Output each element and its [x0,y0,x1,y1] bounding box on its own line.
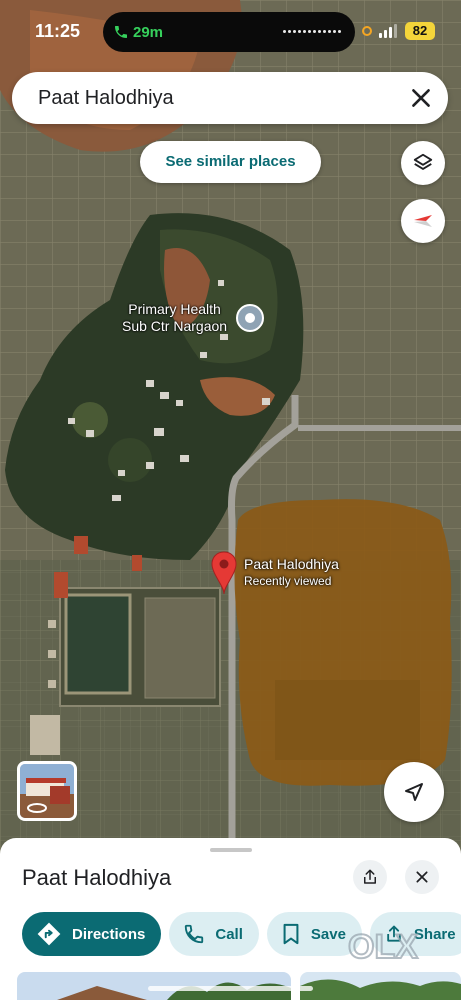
search-bar[interactable]: Paat Halodhiya [12,72,448,124]
poi-name-line1: Primary Health [128,301,221,317]
audio-waveform-icon [283,30,341,33]
bookmark-icon [283,923,299,945]
cellular-signal-icon [379,24,397,38]
pin-name: Paat Halodhiya [244,556,339,572]
navigation-arrow-icon [405,783,423,801]
share-icon [364,869,376,884]
clock: 11:25 [35,21,81,41]
search-input[interactable]: Paat Halodhiya [38,87,174,110]
poi-label[interactable]: Primary Health Sub Ctr Nargaon [122,301,227,335]
phone-icon [185,924,204,944]
pin-label[interactable]: Paat Halodhiya Recently viewed [244,556,339,588]
directions-icon [37,922,61,946]
poi-name-line2: Sub Ctr Nargaon [122,318,228,334]
close-icon [416,871,428,883]
satellite-imagery [0,0,461,860]
compass-icon [414,215,432,227]
svg-text:OLX: OLX [348,928,418,966]
layers-button[interactable] [401,141,445,185]
poi-pin-icon[interactable] [236,304,264,336]
layers-icon [413,153,433,170]
compass-button[interactable] [401,199,445,243]
drag-handle[interactable] [210,848,252,852]
call-button[interactable]: Call [169,912,259,956]
directions-button[interactable]: Directions [22,912,162,956]
location-pin-icon[interactable] [210,550,238,596]
street-view-thumbnail[interactable] [17,761,77,821]
home-indicator[interactable] [148,986,313,991]
directions-label: Directions [72,925,146,943]
share-button[interactable] [353,860,387,894]
satellite-map[interactable] [0,0,461,860]
place-title: Paat Halodhiya [22,865,172,890]
pin-subtitle: Recently viewed [244,574,332,588]
street-view-photo [20,764,74,818]
my-location-button[interactable] [384,762,444,822]
save-label: Save [310,925,346,943]
close-icon[interactable] [408,85,434,111]
battery-indicator: 82 [405,22,435,40]
status-bar: 11:25 29m 82 [0,0,461,62]
phone-icon [115,26,127,38]
call-label: Call [215,925,243,943]
call-indicator[interactable]: 29m [113,21,163,43]
place-bottom-sheet[interactable]: Paat Halodhiya Directions Call Save Shar… [0,838,461,1000]
olx-watermark: OLX [347,927,419,967]
see-similar-places-button[interactable]: See similar places [140,141,321,183]
close-sheet-button[interactable] [405,860,439,894]
privacy-indicator-icon [362,26,372,36]
dynamic-island[interactable]: 29m [103,12,355,52]
place-photo[interactable] [300,972,461,1000]
call-duration: 29m [133,23,164,41]
